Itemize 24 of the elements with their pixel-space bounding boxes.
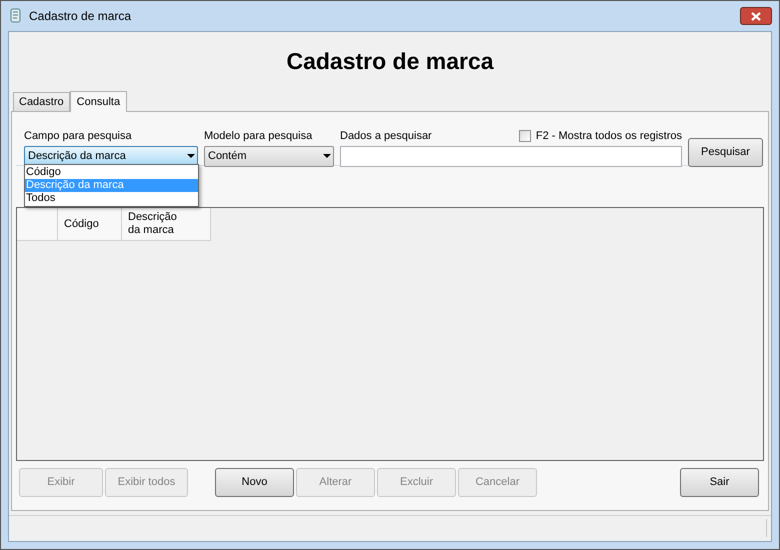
search-model-dropdown[interactable]: Contém (204, 146, 334, 166)
window-title: Cadastro de marca (29, 8, 132, 25)
field-label: Campo para pesquisa (24, 129, 133, 144)
data-label: Dados a pesquisar (340, 129, 432, 144)
close-icon (751, 12, 761, 20)
page-heading: Cadastro de marca (286, 46, 494, 76)
dropdown-option[interactable]: Todos (25, 192, 198, 205)
column-header[interactable]: Código (58, 208, 122, 241)
show-all-checkbox[interactable] (518, 130, 531, 142)
caret-icon (323, 154, 331, 158)
model-label: Modelo para pesquisa (204, 129, 314, 144)
dropdown-option[interactable]: Código (25, 166, 198, 179)
tab[interactable]: Consulta (70, 91, 128, 112)
column-header[interactable]: Descrição da marca (122, 208, 211, 241)
close-button[interactable] (740, 7, 772, 25)
action-button[interactable]: Novo (215, 468, 294, 497)
show-all-label: F2 - Mostra todos os registros (536, 129, 682, 144)
search-data-input[interactable] (340, 146, 682, 166)
search-field-dropdown[interactable]: Descrição da marca (24, 146, 198, 166)
search-button[interactable]: Pesquisar (688, 138, 763, 167)
action-button[interactable]: Sair (680, 468, 759, 497)
tab[interactable]: Cadastro (13, 92, 70, 111)
document-icon (9, 8, 23, 24)
caret-icon (187, 154, 195, 158)
